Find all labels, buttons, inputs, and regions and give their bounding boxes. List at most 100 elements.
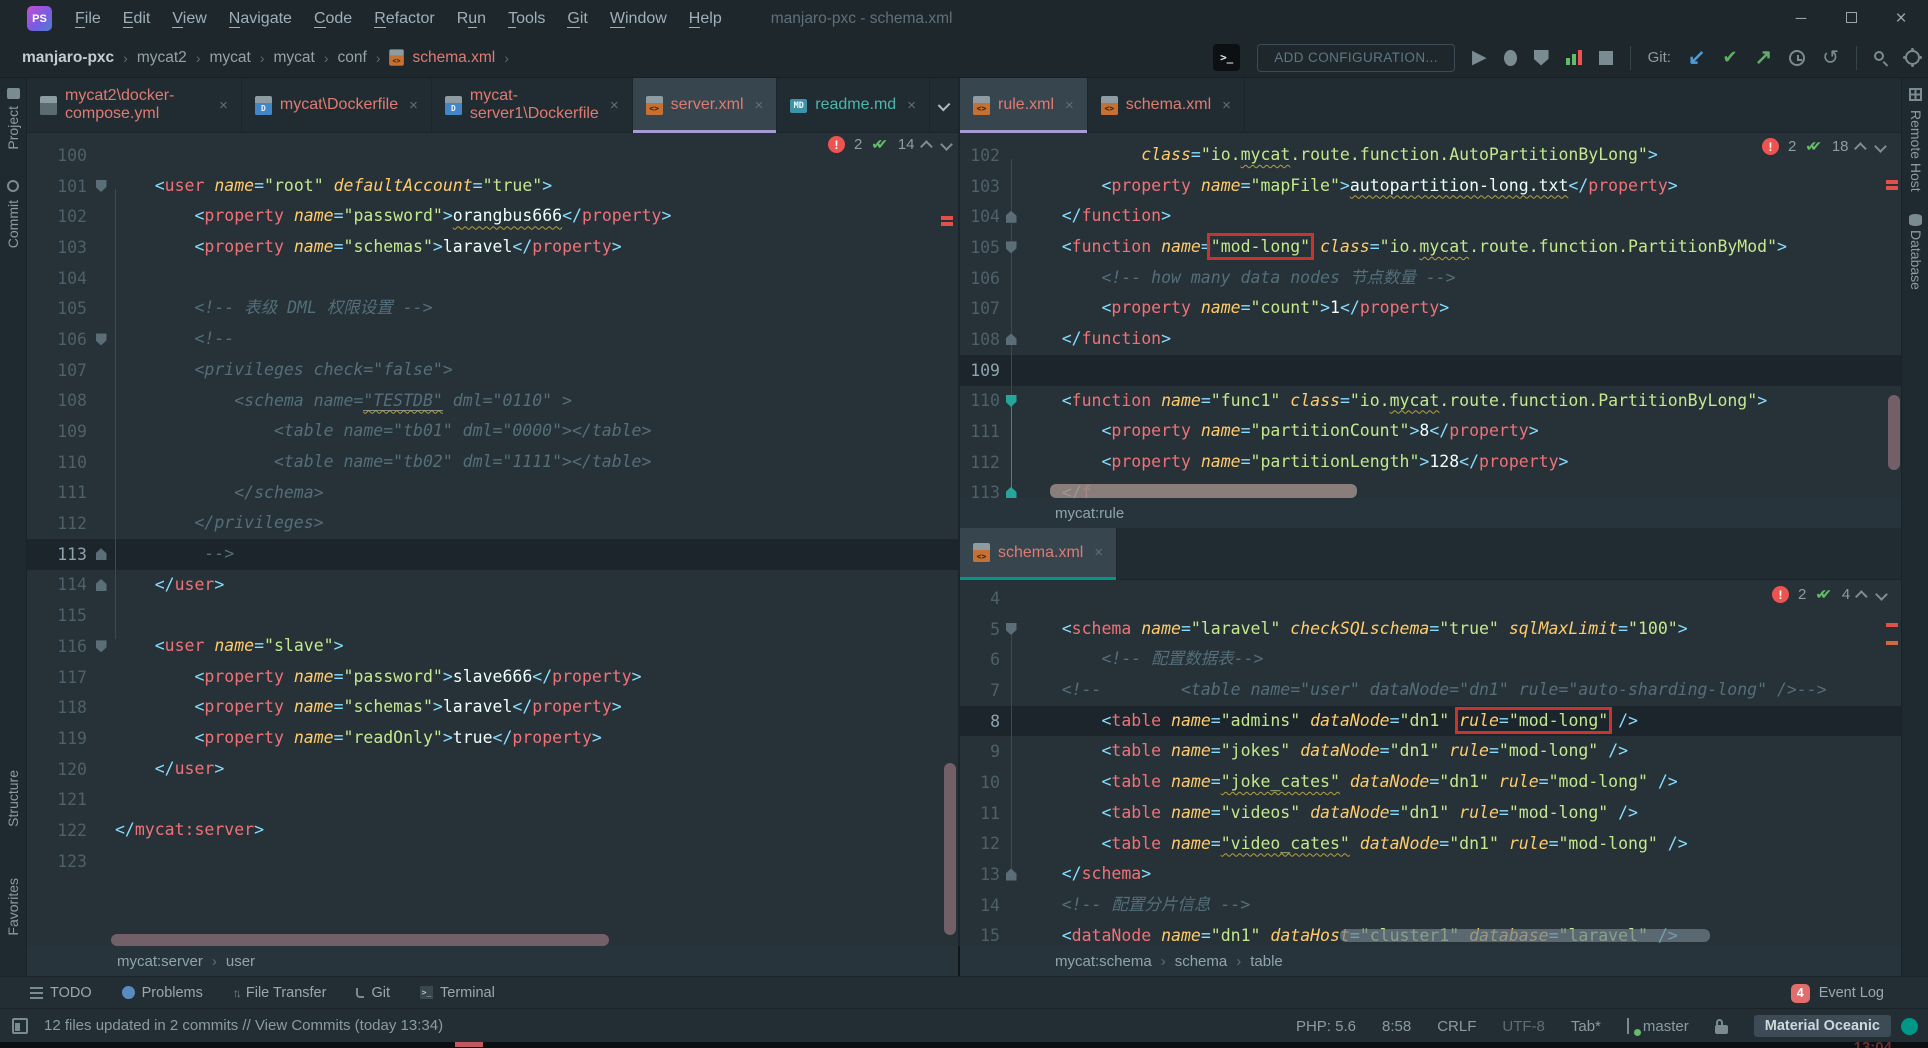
scrollbar-horizontal-rule[interactable] (1050, 484, 1357, 498)
rollback-icon[interactable]: ↺ (1822, 45, 1839, 70)
tab-rule-xml[interactable]: <>rule.xml× (960, 78, 1088, 132)
git-push-icon[interactable]: ↗ (1755, 45, 1773, 70)
breadcrumb-item[interactable]: mycat (272, 49, 317, 67)
close-tab-icon[interactable]: × (610, 97, 619, 114)
line-number[interactable]: 102 (27, 207, 87, 226)
line-number[interactable]: 10 (960, 773, 1000, 792)
menu-item-run[interactable]: Run (446, 0, 497, 37)
line-number[interactable]: 123 (27, 852, 87, 871)
breadcrumb-item[interactable]: user (226, 953, 255, 970)
sidebar-item-favorites[interactable]: Favorites (5, 878, 21, 936)
run-icon[interactable]: ▶ (1472, 46, 1487, 69)
menu-item-git[interactable]: Git (556, 0, 598, 37)
encoding[interactable]: UTF-8 (1502, 1018, 1545, 1035)
line-number[interactable]: 106 (960, 269, 1000, 288)
tab-schema-xml[interactable]: <>schema.xml× (1088, 78, 1245, 132)
error-stripe-mark[interactable] (1886, 623, 1898, 627)
menu-item-view[interactable]: View (161, 0, 217, 37)
breadcrumb-item[interactable]: conf (336, 49, 369, 67)
toolwindow-todo[interactable]: TODO (30, 985, 92, 1001)
fold-marker-icon[interactable] (96, 333, 107, 345)
layout-icon[interactable] (12, 1018, 28, 1034)
tab-mycat2-docker-compose-yml[interactable]: mycat2\docker-compose.yml× (27, 78, 242, 132)
line-number[interactable]: 111 (960, 422, 1000, 441)
line-ending[interactable]: CRLF (1437, 1018, 1476, 1035)
sidebar-item-database[interactable]: Database (1908, 230, 1924, 290)
line-number[interactable]: 8 (960, 712, 1000, 731)
line-number[interactable]: 107 (27, 361, 87, 380)
fold-marker-icon[interactable] (96, 579, 107, 591)
event-log-button[interactable]: 4 Event Log (1791, 977, 1884, 1009)
fold-marker-icon[interactable] (1006, 211, 1017, 223)
menu-item-window[interactable]: Window (599, 0, 678, 37)
php-version[interactable]: PHP: 5.6 (1296, 1018, 1356, 1035)
inspections-widget-server[interactable]: !2 ✔✔14 (828, 136, 951, 153)
chevron-down-icon[interactable] (938, 99, 951, 112)
line-number[interactable]: 118 (27, 698, 87, 717)
menu-item-help[interactable]: Help (678, 0, 733, 37)
line-number[interactable]: 110 (960, 391, 1000, 410)
unlock-icon[interactable] (1715, 1025, 1728, 1034)
close-tab-icon[interactable]: × (1065, 97, 1074, 114)
line-number[interactable]: 105 (27, 299, 87, 318)
sidebar-item-structure[interactable]: Structure (5, 770, 21, 827)
line-number[interactable]: 14 (960, 896, 1000, 915)
toolwindow-problems[interactable]: Problems (122, 985, 203, 1001)
line-number[interactable]: 7 (960, 681, 1000, 700)
line-number[interactable]: 108 (960, 330, 1000, 349)
breadcrumb-item[interactable]: mycat (207, 49, 252, 67)
close-tab-icon[interactable]: × (907, 97, 916, 114)
line-number[interactable]: 108 (27, 391, 87, 410)
error-stripe-mark[interactable] (1886, 180, 1898, 184)
breadcrumb-schema[interactable]: mycat:schema›schema›table (960, 946, 1901, 976)
line-number[interactable]: 4 (960, 589, 1000, 608)
fold-marker-icon[interactable] (1006, 869, 1017, 881)
fold-marker-icon[interactable] (96, 640, 107, 652)
menu-item-navigate[interactable]: Navigate (218, 0, 303, 37)
line-number[interactable]: 103 (27, 238, 87, 257)
terminal-icon[interactable]: >_ (1213, 44, 1240, 71)
line-number[interactable]: 101 (27, 177, 87, 196)
tab-mycat-dockerfile[interactable]: Dmycat\Dockerfile× (242, 78, 432, 132)
line-number[interactable]: 6 (960, 650, 1000, 669)
inspections-widget-rule[interactable]: !2 ✔✔18 (1762, 138, 1885, 155)
fold-marker-icon[interactable] (96, 180, 107, 192)
line-number[interactable]: 107 (960, 299, 1000, 318)
line-number[interactable]: 119 (27, 729, 87, 748)
line-number[interactable]: 12 (960, 834, 1000, 853)
breadcrumb-file[interactable]: schema.xml (411, 49, 498, 67)
search-icon[interactable] (1874, 51, 1888, 65)
line-number[interactable]: 13 (960, 865, 1000, 884)
line-number[interactable]: 110 (27, 453, 87, 472)
line-number[interactable]: 121 (27, 790, 87, 809)
prev-problem-icon[interactable] (920, 140, 933, 153)
breadcrumb-item[interactable]: mycat:schema (1055, 953, 1152, 970)
git-branch-widget[interactable]: master (1627, 1018, 1689, 1035)
position-indicator[interactable]: 8:58 (1382, 1018, 1411, 1035)
line-number[interactable]: 109 (27, 422, 87, 441)
line-number[interactable]: 5 (960, 620, 1000, 639)
indent-indicator[interactable]: Tab* (1571, 1018, 1601, 1035)
profiler-icon[interactable] (1566, 50, 1582, 65)
next-problem-icon[interactable] (1875, 588, 1888, 601)
line-number[interactable]: 117 (27, 668, 87, 687)
git-update-icon[interactable]: ↙ (1688, 45, 1706, 70)
fold-marker-icon[interactable] (96, 548, 107, 560)
toolwindow-file-transfer[interactable]: ↑↓File Transfer (233, 985, 327, 1001)
breadcrumb-item[interactable]: table (1250, 953, 1283, 970)
sidebar-item-commit[interactable]: Commit (5, 200, 21, 248)
error-stripe-mark[interactable] (941, 216, 953, 220)
error-stripe-mark[interactable] (1886, 186, 1898, 190)
inspections-widget-schema[interactable]: !2 ✔✔4 (1772, 586, 1886, 603)
menu-item-file[interactable]: File (64, 0, 112, 37)
prev-problem-icon[interactable] (1855, 590, 1868, 603)
line-number[interactable]: 103 (960, 177, 1000, 196)
line-number[interactable]: 120 (27, 760, 87, 779)
error-stripe-mark[interactable] (941, 222, 953, 226)
add-configuration-button[interactable]: ADD CONFIGURATION... (1257, 44, 1455, 72)
line-number[interactable]: 9 (960, 742, 1000, 761)
theme-name[interactable]: Material Oceanic (1754, 1015, 1891, 1037)
line-number[interactable]: 113 (27, 545, 87, 564)
tab-server-xml[interactable]: <>server.xml× (633, 78, 778, 132)
menu-item-code[interactable]: Code (303, 0, 363, 37)
